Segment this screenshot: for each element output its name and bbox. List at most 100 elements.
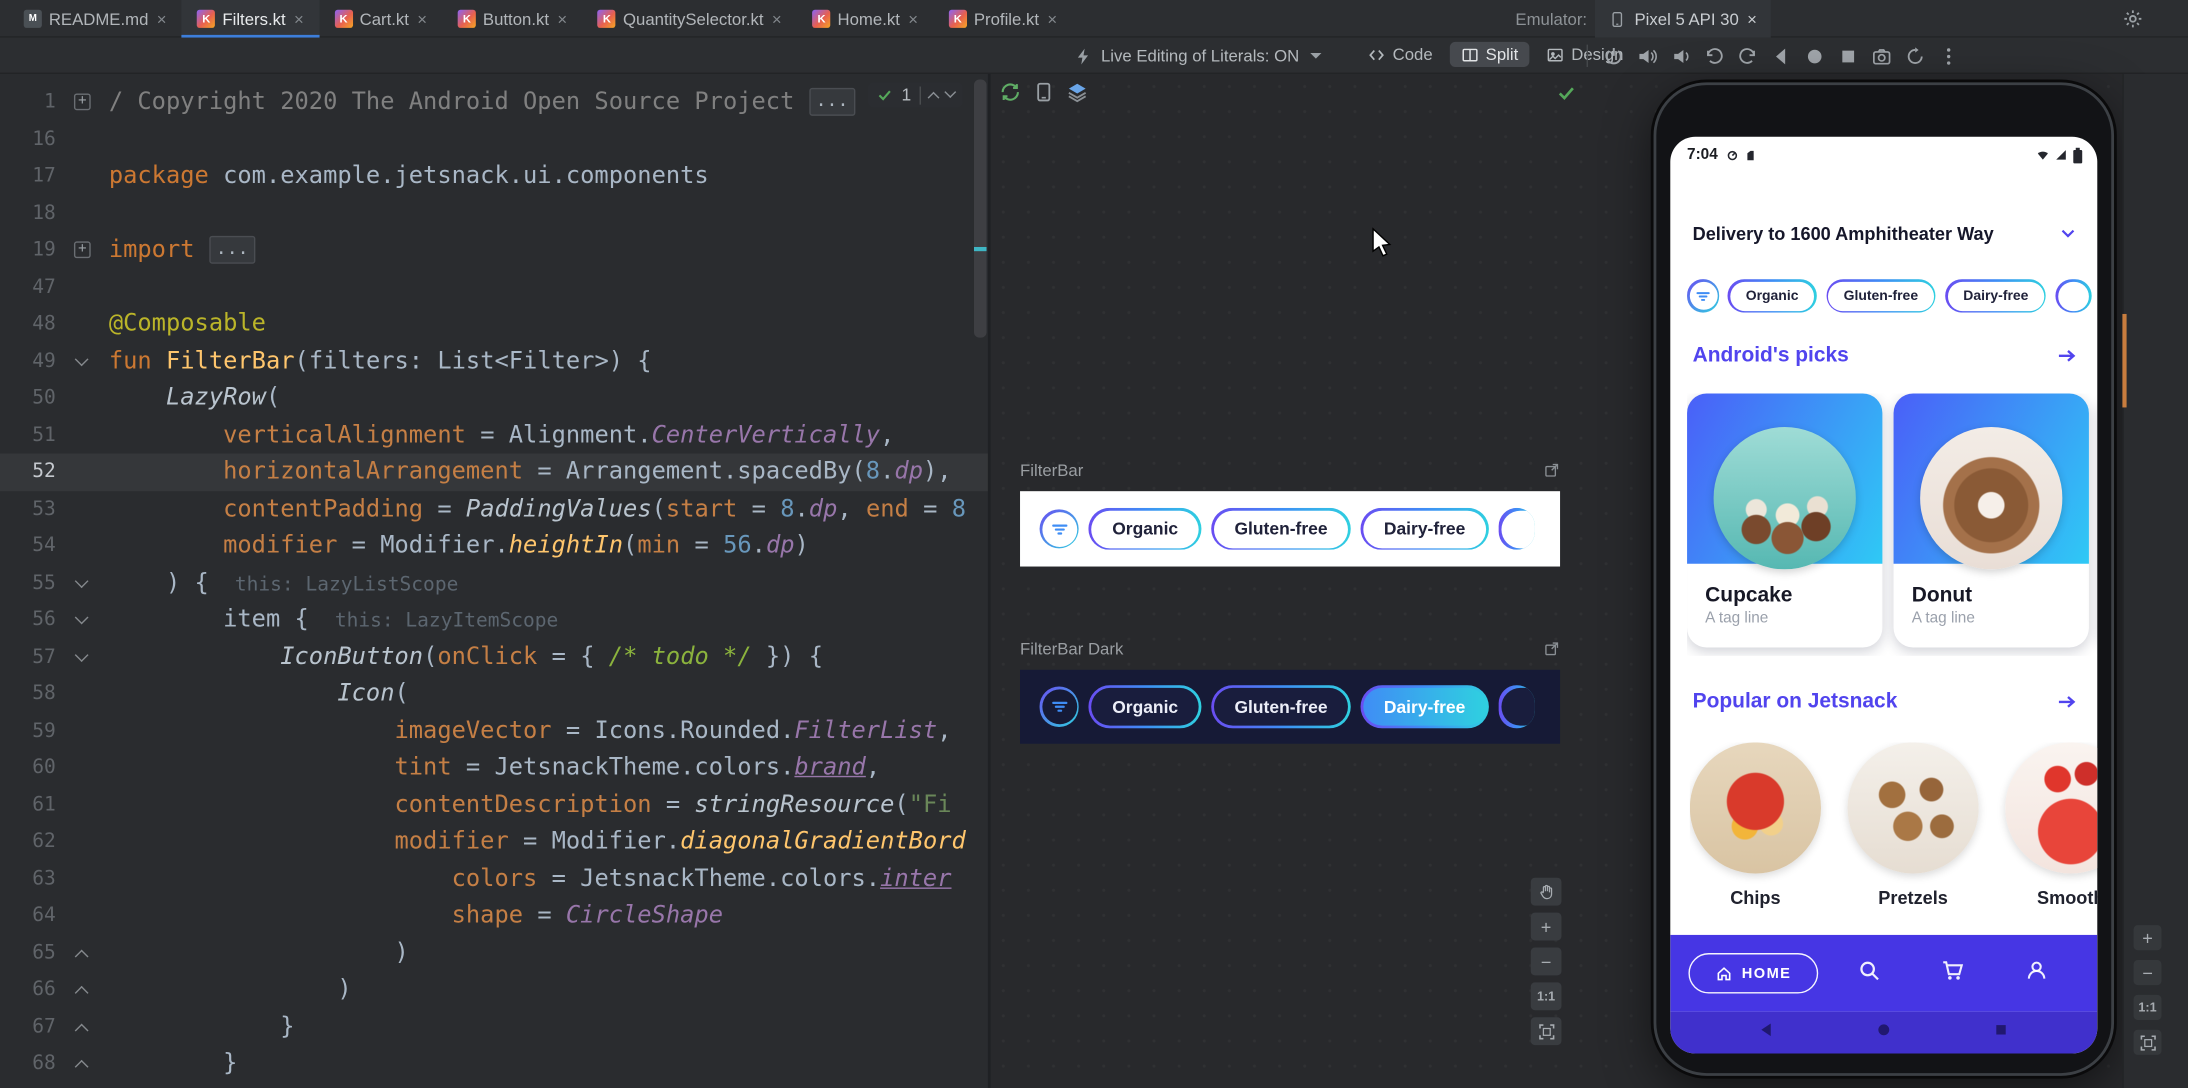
search-button[interactable]: [1857, 958, 1881, 989]
fold-end-icon[interactable]: [74, 1059, 89, 1074]
fold-gutter[interactable]: [61, 601, 108, 638]
code-line[interactable]: 56 item { this: LazyItemScope: [0, 601, 988, 638]
code-line[interactable]: 68 }: [0, 1045, 988, 1082]
camera-button[interactable]: [1867, 42, 1896, 70]
nav-home-button[interactable]: HOME: [1688, 953, 1819, 994]
fold-gutter[interactable]: [61, 564, 108, 601]
pan-hand-icon[interactable]: [1530, 877, 1562, 906]
tab-home-kt[interactable]: K Home.kt ×: [797, 0, 933, 38]
fold-end-icon[interactable]: [74, 948, 89, 963]
code-line[interactable]: 49 fun FilterBar(filters: List<Filter>) {: [0, 343, 988, 380]
layers-icon[interactable]: [1066, 81, 1088, 103]
tab-readme-md[interactable]: M README.md ×: [8, 0, 182, 38]
view-mode-split[interactable]: Split: [1449, 41, 1530, 67]
filter-chip[interactable]: [2055, 278, 2093, 313]
tab-button-kt[interactable]: K Button.kt ×: [442, 0, 582, 38]
code-line[interactable]: 54 modifier = Modifier.heightIn(min = 56…: [0, 527, 988, 564]
fold-gutter[interactable]: [61, 971, 108, 1008]
snack-card-donut[interactable]: Donut A tag line: [1893, 393, 2089, 648]
zoom-actual-button[interactable]: 1:1: [2133, 994, 2162, 1021]
fold-gutter[interactable]: [61, 638, 108, 675]
filter-chip[interactable]: [1498, 507, 1535, 551]
profile-button[interactable]: [2025, 958, 2049, 989]
zoom-fit-button[interactable]: [2133, 1029, 2162, 1055]
filter-icon-button[interactable]: [1039, 509, 1080, 549]
nav-home-circle-button[interactable]: [1875, 1020, 1892, 1045]
fold-gutter[interactable]: +: [61, 232, 108, 269]
code-line[interactable]: 57 IconButton(onClick = { /* todo */ }) …: [0, 638, 988, 675]
inspection-widget[interactable]: 1: [868, 82, 963, 108]
fold-gutter[interactable]: [61, 934, 108, 971]
zoom-fit-button[interactable]: [1530, 1017, 1562, 1046]
fold-open-icon[interactable]: [74, 573, 89, 588]
rotate-left-button[interactable]: [1700, 42, 1729, 70]
live-edit-dropdown[interactable]: Live Editing of Literals: ON: [1074, 43, 1322, 68]
tab-quantityselector-kt[interactable]: K QuantitySelector.kt ×: [583, 0, 798, 38]
code-line[interactable]: 52 horizontalArrangement = Arrangement.s…: [0, 453, 988, 491]
zoom-actual-button[interactable]: 1:1: [1530, 982, 1562, 1011]
code-editor[interactable]: 1 + / Copyright 2020 The Android Open Sour…: [0, 73, 988, 1088]
volume-down-button[interactable]: [1666, 42, 1695, 70]
tab-emulator-device[interactable]: Pixel 5 API 30 ×: [1595, 0, 1771, 38]
popular-item-pretzels[interactable]: Pretzels: [1847, 742, 1979, 908]
volume-up-button[interactable]: [1633, 42, 1662, 70]
rotate-right-button[interactable]: [1733, 42, 1762, 70]
zoom-out-button[interactable]: −: [2133, 960, 2162, 986]
open-preview-icon[interactable]: [1543, 462, 1560, 479]
fold-plus-icon[interactable]: +: [73, 93, 91, 111]
filter-chip-dairy-free[interactable]: Dairy-free: [1945, 278, 2047, 313]
code-line[interactable]: 60 tint = JetsnackTheme.colors.brand,: [0, 749, 988, 786]
filter-icon-button[interactable]: [1687, 279, 1720, 313]
code-line[interactable]: 16: [0, 121, 988, 158]
code-line[interactable]: 19 + import ...: [0, 232, 988, 269]
arrow-right-icon[interactable]: [2055, 344, 2077, 366]
fold-end-icon[interactable]: [74, 1022, 89, 1037]
build-refresh-icon[interactable]: [999, 81, 1021, 103]
editor-scrollbar[interactable]: [973, 79, 987, 338]
code-line[interactable]: 50 LazyRow(: [0, 380, 988, 417]
tab-profile-kt[interactable]: K Profile.kt ×: [933, 0, 1072, 38]
code-line[interactable]: 65 ): [0, 934, 988, 971]
fold-gutter[interactable]: +: [61, 84, 108, 121]
fold-open-icon[interactable]: [74, 647, 89, 662]
code-line[interactable]: 64 shape = CircleShape: [0, 897, 988, 934]
chevron-down-icon[interactable]: [944, 86, 957, 99]
view-mode-code[interactable]: Code: [1356, 42, 1443, 67]
phone-screen[interactable]: 7:04 Delivery to 1600 Amphitheater Way O…: [1670, 136, 2098, 1054]
settings-gear-icon[interactable]: [2122, 8, 2143, 29]
zoom-out-button[interactable]: −: [1530, 947, 1562, 976]
fold-gutter[interactable]: [61, 1045, 108, 1082]
fold-gutter[interactable]: [61, 1008, 108, 1045]
back-triangle-button[interactable]: [1758, 1020, 1775, 1045]
code-line[interactable]: 17 package com.example.jetsnack.ui.compon…: [0, 158, 988, 195]
preview-canvas-filterbar-dark[interactable]: Organic Gluten-free Dairy-free: [1020, 669, 1561, 744]
fold-open-icon[interactable]: [74, 351, 89, 366]
delivery-selector[interactable]: Delivery to 1600 Amphitheater Way: [1693, 215, 2078, 251]
overview-square-button[interactable]: [1834, 42, 1863, 70]
cart-button[interactable]: [1941, 958, 1965, 989]
tab-cart-kt[interactable]: K Cart.kt ×: [319, 0, 442, 38]
filter-chip-dairy-free[interactable]: Dairy-free: [1360, 507, 1489, 551]
code-line[interactable]: 48 @Composable: [0, 306, 988, 343]
popular-item-smooth[interactable]: Smooth: [2005, 742, 2098, 908]
power-button[interactable]: [1599, 42, 1628, 70]
code-line[interactable]: 63 colors = JetsnackTheme.colors.inter: [0, 860, 988, 897]
fold-open-icon[interactable]: [74, 610, 89, 625]
filter-chip-dairy-free[interactable]: Dairy-free: [1360, 685, 1489, 728]
code-line[interactable]: 18: [0, 195, 988, 232]
close-icon[interactable]: ×: [1747, 9, 1757, 29]
code-line[interactable]: 47: [0, 269, 988, 306]
open-preview-icon[interactable]: [1543, 640, 1560, 657]
snapshot-button[interactable]: [1901, 42, 1930, 70]
more-kebab-button[interactable]: [1934, 42, 1963, 70]
close-icon[interactable]: ×: [157, 9, 167, 29]
snack-card-cupcake[interactable]: Cupcake A tag line: [1687, 393, 1883, 648]
recents-square-button[interactable]: [1993, 1020, 2010, 1045]
filter-chip-organic[interactable]: Organic: [1088, 685, 1202, 728]
close-icon[interactable]: ×: [294, 9, 304, 29]
close-icon[interactable]: ×: [1047, 9, 1057, 29]
code-line[interactable]: 58 Icon(: [0, 675, 988, 712]
code-line[interactable]: 51 verticalAlignment = Alignment.CenterV…: [0, 417, 988, 454]
home-circle-button[interactable]: [1800, 42, 1829, 70]
code-line[interactable]: 1 + / Copyright 2020 The Android Open Sour…: [0, 84, 988, 121]
